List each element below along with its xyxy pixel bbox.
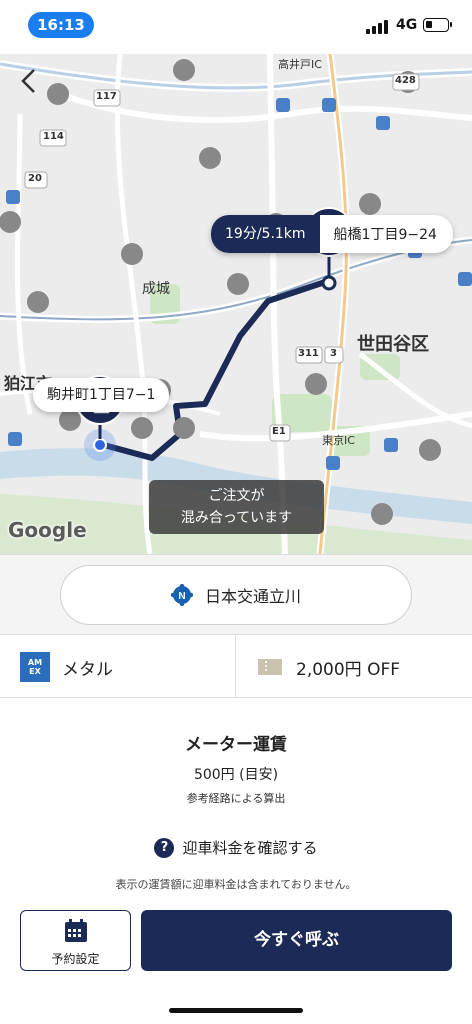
map-label-r3: 3 bbox=[330, 348, 337, 359]
toast-line-2: 混み合っています bbox=[180, 510, 293, 526]
back-arrow-icon[interactable] bbox=[14, 66, 44, 96]
coupon-selector[interactable]: 2,000円 OFF bbox=[236, 635, 472, 699]
google-logo: Google bbox=[8, 518, 87, 542]
fare-disclaimer: 表示の運賃額に迎車料金は含まれておりません。 bbox=[115, 878, 357, 891]
question-icon: ? bbox=[154, 837, 175, 858]
map-label-tokyo-ic: 東京IC bbox=[322, 434, 355, 447]
map-label-r428: 428 bbox=[395, 75, 416, 86]
destination-address: 船橋1丁目9−24 bbox=[333, 227, 437, 243]
status-time: 16:13 bbox=[28, 12, 94, 38]
home-indicator bbox=[169, 1008, 303, 1013]
map-label-seijo: 成城 bbox=[142, 281, 170, 297]
company-section: N 日本交通立川 bbox=[0, 554, 472, 634]
toast-line-1: ご注文が bbox=[208, 488, 265, 504]
coupon-label: 2,000円 OFF bbox=[296, 659, 401, 680]
busy-toast: ご注文が 混み合っています bbox=[149, 480, 324, 534]
coupon-ticket-icon bbox=[258, 659, 282, 675]
fare-note: 参考経路による算出 bbox=[186, 792, 286, 805]
call-now-button[interactable]: 今すぐ呼ぶ bbox=[141, 910, 452, 971]
calendar-icon bbox=[64, 919, 87, 942]
company-select-button[interactable]: N 日本交通立川 bbox=[60, 565, 412, 625]
map-label-e1: E1 bbox=[272, 426, 286, 437]
status-bar: 16:13 4G bbox=[0, 0, 472, 54]
pickup-fee-link[interactable]: ? 迎車料金を確認する bbox=[0, 837, 472, 858]
amex-card-icon: AM EX bbox=[20, 652, 50, 682]
map-label-setagaya: 世田谷区 bbox=[357, 334, 429, 355]
company-name: 日本交通立川 bbox=[204, 587, 301, 606]
map-label-r311: 311 bbox=[298, 348, 319, 359]
map-label-r117: 117 bbox=[96, 91, 117, 102]
fare-title: メーター運賃 bbox=[185, 735, 287, 755]
map-view[interactable]: 狛江市 世田谷区 成城 高井戸IC 東京IC 311 3 117 114 20 … bbox=[0, 54, 472, 554]
origin-address: 駒井町1丁目7−1 bbox=[33, 378, 170, 412]
svg-text:N: N bbox=[178, 591, 185, 602]
signal-icon bbox=[366, 20, 392, 34]
reserve-label: 予約設定 bbox=[51, 952, 100, 966]
fare-amount: 500円 (目安) bbox=[193, 767, 279, 783]
pickup-fee-label: 迎車料金を確認する bbox=[182, 839, 318, 857]
reserve-button[interactable]: 予約設定 bbox=[20, 910, 131, 971]
map-label-takaido-ic: 高井戸IC bbox=[278, 58, 322, 71]
payment-card-label: メタル bbox=[62, 659, 113, 680]
map-label-r114: 114 bbox=[43, 131, 64, 142]
route-info-bubble: 19分/5.1km 船橋1丁目9−24 bbox=[211, 215, 453, 253]
network-type: 4G bbox=[396, 17, 418, 33]
fare-section: メーター運賃 500円 (目安) 参考経路による算出 ? 迎車料金を確認する 表… bbox=[0, 698, 472, 1024]
payment-method[interactable]: AM EX メタル bbox=[0, 635, 236, 699]
route-eta: 19分/5.1km bbox=[211, 215, 320, 253]
map-canvas bbox=[0, 54, 472, 554]
map-label-r20: 20 bbox=[28, 173, 42, 184]
payment-row: AM EX メタル 2,000円 OFF bbox=[0, 634, 472, 699]
nihon-kotsu-logo-icon: N bbox=[170, 584, 193, 606]
battery-icon bbox=[423, 18, 452, 32]
